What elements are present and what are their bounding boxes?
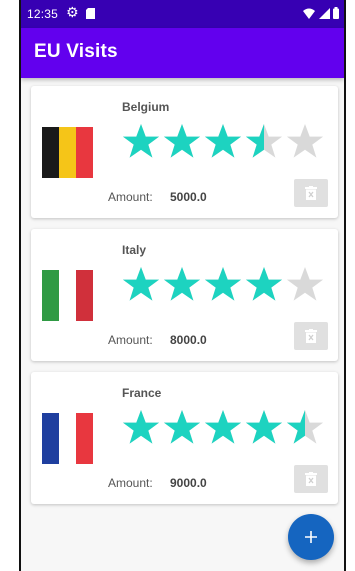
star-icon[interactable] [162, 122, 202, 162]
country-name: Italy [122, 243, 147, 257]
add-visit-button[interactable] [288, 514, 334, 560]
delete-button[interactable] [294, 322, 328, 350]
country-name: Belgium [122, 100, 170, 114]
amount-value: 5000.0 [170, 190, 207, 204]
star-icon[interactable] [162, 265, 202, 305]
status-icons [303, 7, 339, 21]
star-icon[interactable] [244, 265, 284, 305]
rating-bar[interactable] [121, 122, 326, 162]
trash-icon [305, 186, 317, 200]
flag-italy [42, 270, 93, 321]
delete-button[interactable] [294, 465, 328, 493]
visit-card-belgium[interactable]: Belgium Amount: 5000.0 [31, 86, 338, 218]
amount-value: 8000.0 [170, 333, 207, 347]
star-icon[interactable] [285, 408, 325, 448]
amount-label: Amount: [108, 476, 153, 490]
star-icon[interactable] [121, 265, 161, 305]
star-icon[interactable] [285, 122, 325, 162]
star-icon[interactable] [121, 408, 161, 448]
status-time: 12:35 [27, 7, 59, 21]
plus-icon [305, 531, 317, 543]
amount-value: 9000.0 [170, 476, 207, 490]
star-icon[interactable] [203, 265, 243, 305]
star-icon[interactable] [203, 122, 243, 162]
star-icon[interactable] [203, 408, 243, 448]
rating-bar[interactable] [121, 265, 326, 305]
country-name: France [122, 386, 162, 400]
trash-icon [305, 472, 317, 486]
star-icon[interactable] [162, 408, 202, 448]
status-bar: 12:35 ⚙ [21, 0, 344, 28]
wifi-icon [303, 8, 316, 19]
star-icon[interactable] [244, 122, 284, 162]
rating-bar[interactable] [121, 408, 326, 448]
sd-card-icon [86, 8, 95, 22]
signal-icon [318, 8, 330, 19]
flag-belgium [42, 127, 93, 178]
star-icon[interactable] [121, 122, 161, 162]
flag-france [42, 413, 93, 464]
delete-button[interactable] [294, 179, 328, 207]
battery-icon [333, 7, 339, 19]
phone-screen: 12:35 ⚙ EU Visits Belgium Amount: 5000.0 [19, 0, 346, 571]
amount-label: Amount: [108, 333, 153, 347]
app-title: EU Visits [34, 41, 118, 62]
gear-icon: ⚙ [66, 4, 79, 20]
trash-icon [305, 329, 317, 343]
amount-label: Amount: [108, 190, 153, 204]
visit-card-italy[interactable]: Italy Amount: 8000.0 [31, 229, 338, 361]
visit-card-france[interactable]: France Amount: 9000.0 [31, 372, 338, 504]
star-icon[interactable] [244, 408, 284, 448]
app-bar: EU Visits [21, 28, 344, 78]
star-icon[interactable] [285, 265, 325, 305]
